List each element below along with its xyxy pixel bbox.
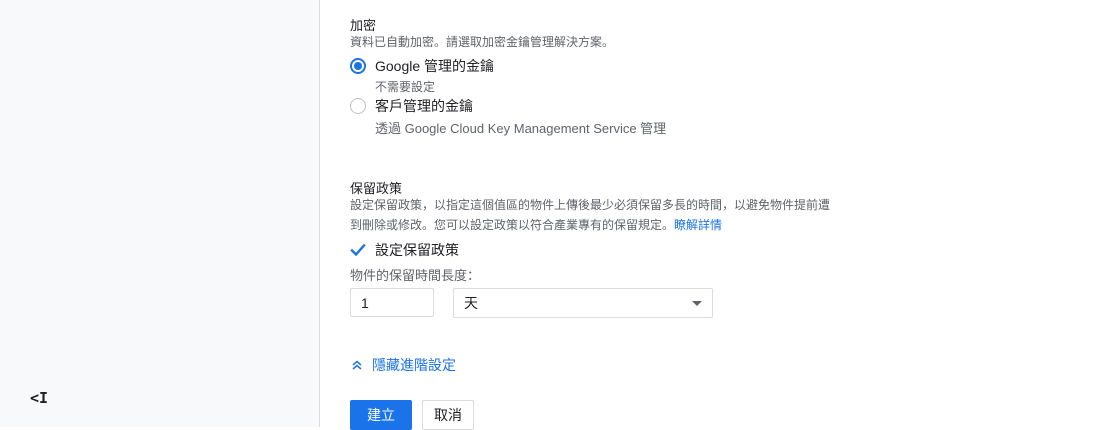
set-retention-policy-checkbox[interactable]: 設定保留政策	[350, 240, 459, 260]
create-button[interactable]: 建立	[350, 400, 412, 430]
set-retention-policy-label: 設定保留政策	[375, 242, 459, 258]
hide-advanced-settings-toggle[interactable]: 隱藏進階設定	[350, 355, 456, 375]
radio-selected-indicator[interactable]	[350, 58, 366, 74]
learn-more-link[interactable]: 瞭解詳情	[674, 218, 722, 232]
retention-description: 設定保留政策，以指定這個值區的物件上傳後最少必須保留多長的時間，以避免物件提前遭…	[350, 195, 910, 235]
collapse-left-icon: <I	[29, 389, 49, 407]
create-bucket-form: 加密 資料已自動加密。請選取加密金鑰管理解決方案。 Google 管理的金鑰 不…	[350, 0, 1090, 430]
retention-unit-select[interactable]: 天	[453, 288, 713, 318]
dropdown-caret-icon	[692, 300, 702, 306]
retention-description-line2-text: 到刪除或修改。您可以設定政策以符合產業專有的保留規定。	[350, 218, 675, 232]
customer-managed-key-sublabel: 透過 Google Cloud Key Management Service 管…	[375, 121, 667, 136]
retention-description-line2: 到刪除或修改。您可以設定政策以符合產業專有的保留規定。瞭解詳情	[350, 215, 910, 235]
left-sidebar: <I	[0, 0, 320, 427]
google-managed-key-sublabel: 不需要設定	[375, 80, 436, 94]
checkbox-checked-icon[interactable]	[350, 242, 366, 258]
collapse-sidebar-button[interactable]: <I	[30, 389, 48, 407]
hide-advanced-settings-label: 隱藏進階設定	[372, 357, 456, 373]
retention-description-line1: 設定保留政策，以指定這個值區的物件上傳後最少必須保留多長的時間，以避免物件提前遭	[350, 198, 831, 212]
encryption-description: 資料已自動加密。請選取加密金鑰管理解決方案。	[350, 35, 615, 49]
radio-customer-managed-key-label: 客戶管理的金鑰	[375, 98, 473, 114]
retention-duration-input[interactable]	[350, 288, 434, 317]
cancel-button[interactable]: 取消	[422, 400, 474, 430]
radio-google-managed-key[interactable]: Google 管理的金鑰	[350, 56, 494, 76]
radio-unselected-indicator[interactable]	[350, 98, 366, 114]
radio-google-managed-key-label: Google 管理的金鑰	[375, 58, 495, 74]
retention-unit-value: 天	[464, 295, 478, 311]
retention-duration-label: 物件的保留時間長度：	[350, 268, 481, 283]
radio-customer-managed-key[interactable]: 客戶管理的金鑰	[350, 96, 473, 116]
chevron-double-up-icon	[352, 360, 362, 370]
